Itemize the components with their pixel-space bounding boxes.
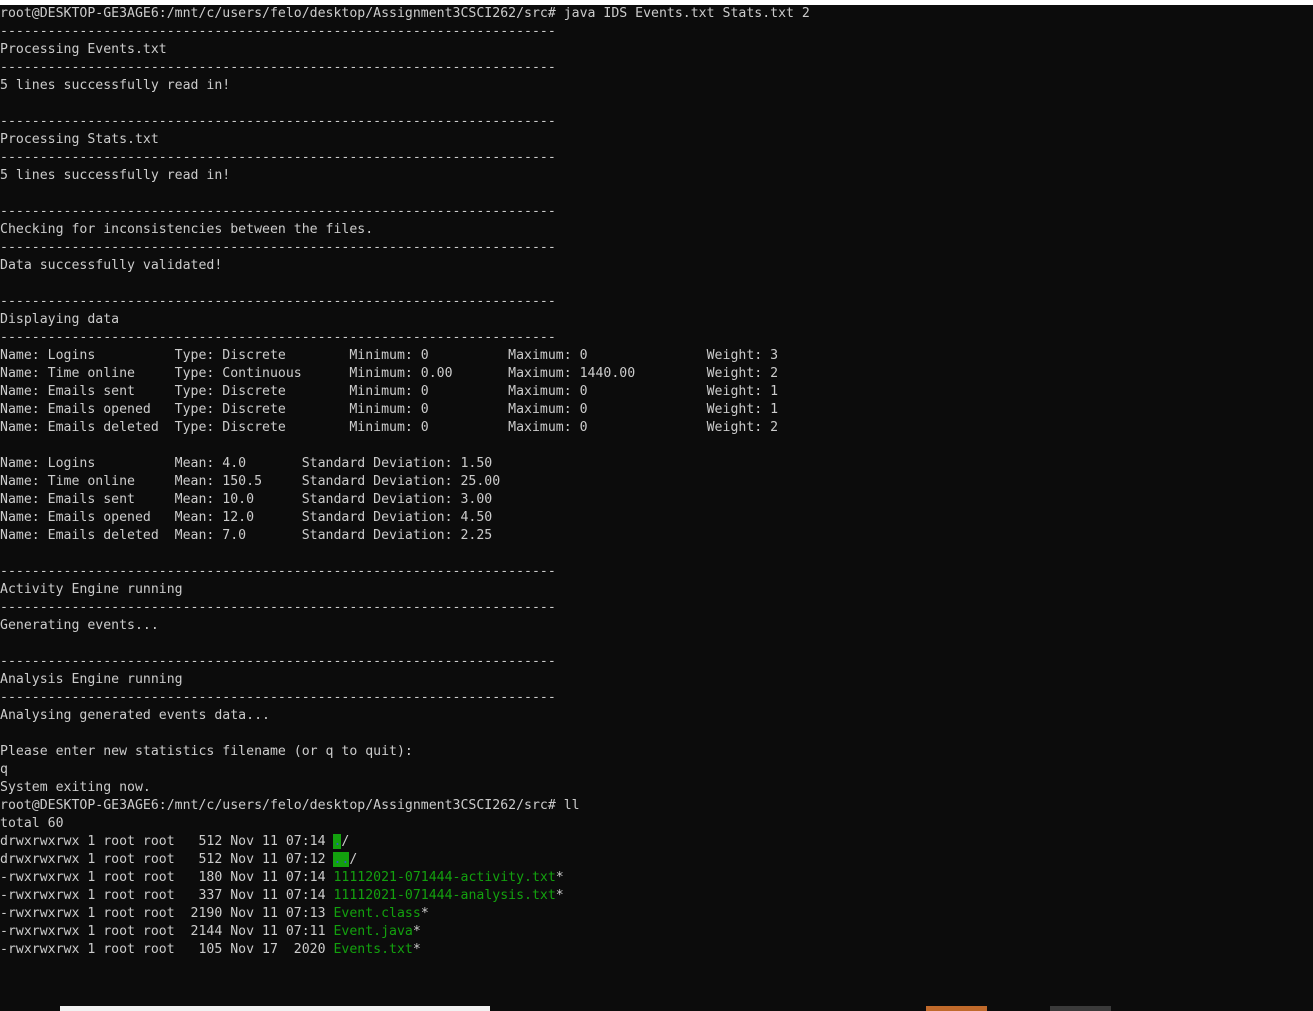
terminal-line: Name: Time online Type: Continuous Minim…	[0, 366, 779, 381]
terminal-line: root@DESKTOP-GE3AGE6:/mnt/c/users/felo/d…	[0, 6, 810, 21]
listing-row-meta: drwxrwxrwx 1 root root 512 Nov 11 07:14	[0, 834, 334, 849]
taskbar-search-box[interactable]	[60, 1006, 490, 1011]
listing-row-meta: -rwxrwxrwx 1 root root 180 Nov 11 07:14	[0, 870, 334, 885]
file-name: Event.class	[333, 906, 421, 921]
terminal-line: ----------------------------------------…	[0, 654, 556, 669]
listing-row: -rwxrwxrwx 1 root root 2190 Nov 11 07:13…	[0, 905, 810, 923]
listing-row-suffix: *	[412, 942, 421, 957]
terminal-line: Data successfully validated!	[0, 258, 223, 273]
terminal-line: Name: Emails sent Mean: 10.0 Standard De…	[0, 492, 493, 507]
terminal-line: Checking for inconsistencies between the…	[0, 222, 374, 237]
terminal-line: Analysing generated events data...	[0, 708, 270, 723]
terminal-line: ----------------------------------------…	[0, 600, 556, 615]
terminal-line: Please enter new statistics filename (or…	[0, 744, 413, 759]
terminal-line: Name: Logins Type: Discrete Minimum: 0 M…	[0, 348, 779, 363]
terminal-line: root@DESKTOP-GE3AGE6:/mnt/c/users/felo/d…	[0, 798, 580, 813]
terminal-line: ----------------------------------------…	[0, 60, 556, 75]
file-name: Events.txt	[333, 942, 413, 957]
taskbar	[0, 1006, 1313, 1011]
terminal-line: ----------------------------------------…	[0, 150, 556, 165]
listing-row-meta: -rwxrwxrwx 1 root root 337 Nov 11 07:14	[0, 888, 334, 903]
terminal-line: ----------------------------------------…	[0, 690, 556, 705]
terminal-line: ----------------------------------------…	[0, 564, 556, 579]
terminal-line: Name: Emails opened Mean: 12.0 Standard …	[0, 510, 493, 525]
listing-row-meta: drwxrwxrwx 1 root root 512 Nov 11 07:12	[0, 852, 334, 867]
file-name: 11112021-071444-analysis.txt	[333, 888, 556, 903]
terminal-line: Analysis Engine running	[0, 672, 183, 687]
terminal-line: total 60	[0, 816, 64, 831]
terminal-line: Name: Emails opened Type: Discrete Minim…	[0, 402, 779, 417]
terminal-window[interactable]: root@DESKTOP-GE3AGE6:/mnt/c/users/felo/d…	[0, 0, 1313, 1006]
terminal-line: ----------------------------------------…	[0, 204, 556, 219]
terminal-line: q	[0, 762, 8, 777]
terminal-line: Name: Emails sent Type: Discrete Minimum…	[0, 384, 779, 399]
listing-row: -rwxrwxrwx 1 root root 180 Nov 11 07:14 …	[0, 869, 810, 887]
terminal-line: ----------------------------------------…	[0, 330, 556, 345]
terminal-line: ----------------------------------------…	[0, 240, 556, 255]
terminal-line: System exiting now.	[0, 780, 151, 795]
terminal-line: Displaying data	[0, 312, 120, 327]
listing-row: -rwxrwxrwx 1 root root 2144 Nov 11 07:11…	[0, 923, 810, 941]
terminal-line: Name: Emails deleted Mean: 7.0 Standard …	[0, 528, 493, 543]
terminal-line: ----------------------------------------…	[0, 24, 556, 39]
listing-row-meta: -rwxrwxrwx 1 root root 2190 Nov 11 07:13	[0, 906, 334, 921]
terminal-line: Name: Logins Mean: 4.0 Standard Deviatio…	[0, 456, 493, 471]
listing-row-meta: -rwxrwxrwx 1 root root 105 Nov 17 2020	[0, 942, 334, 957]
listing-row-suffix: *	[555, 870, 564, 885]
listing-row: -rwxrwxrwx 1 root root 337 Nov 11 07:14 …	[0, 887, 810, 905]
terminal-output[interactable]: root@DESKTOP-GE3AGE6:/mnt/c/users/felo/d…	[0, 5, 810, 959]
terminal-line: ----------------------------------------…	[0, 294, 556, 309]
terminal-line: Processing Events.txt	[0, 42, 167, 57]
listing-row-suffix: /	[349, 852, 358, 867]
listing-row-suffix: *	[412, 924, 421, 939]
file-name: 11112021-071444-activity.txt	[333, 870, 556, 885]
listing-row-meta: -rwxrwxrwx 1 root root 2144 Nov 11 07:11	[0, 924, 334, 939]
file-name: Event.java	[333, 924, 413, 939]
terminal-line: Name: Time online Mean: 150.5 Standard D…	[0, 474, 501, 489]
terminal-line: Name: Emails deleted Type: Discrete Mini…	[0, 420, 779, 435]
terminal-line: Activity Engine running	[0, 582, 183, 597]
listing-row-suffix: *	[420, 906, 429, 921]
listing-row: -rwxrwxrwx 1 root root 105 Nov 17 2020 E…	[0, 941, 810, 959]
listing-row-suffix: *	[555, 888, 564, 903]
terminal-line: Processing Stats.txt	[0, 132, 159, 147]
terminal-line: 5 lines successfully read in!	[0, 78, 231, 93]
terminal-line: ----------------------------------------…	[0, 114, 556, 129]
taskbar-app-button[interactable]	[1050, 1006, 1111, 1011]
listing-row: drwxrwxrwx 1 root root 512 Nov 11 07:14 …	[0, 833, 810, 851]
listing-row: drwxrwxrwx 1 root root 512 Nov 11 07:12 …	[0, 851, 810, 869]
listing-row-suffix: /	[341, 834, 350, 849]
directory-name: ..	[333, 852, 350, 867]
taskbar-app-button[interactable]	[926, 1006, 987, 1011]
terminal-line: Generating events...	[0, 618, 159, 633]
terminal-line: 5 lines successfully read in!	[0, 168, 231, 183]
